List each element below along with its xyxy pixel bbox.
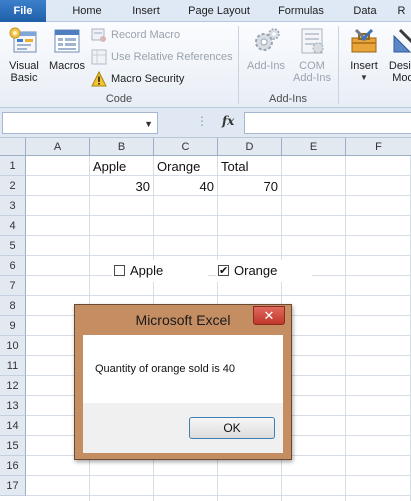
warning-icon bbox=[91, 71, 107, 87]
toolbox-icon bbox=[351, 28, 377, 53]
row-header[interactable]: 9 bbox=[0, 316, 26, 336]
insert-controls-button[interactable]: Insert ▼ bbox=[342, 26, 386, 84]
checkmark-icon: ✔ bbox=[218, 265, 229, 277]
row-header[interactable]: 13 bbox=[0, 396, 26, 416]
macro-security-button[interactable]: Macro Security bbox=[91, 69, 184, 89]
macro-security-label: Macro Security bbox=[111, 73, 185, 85]
record-macro-label: Record Macro bbox=[111, 29, 181, 41]
row-header[interactable]: 10 bbox=[0, 336, 26, 356]
cell-b1[interactable]: Apple bbox=[90, 157, 154, 177]
gridline bbox=[26, 495, 411, 496]
code-group-label: Code bbox=[105, 93, 133, 105]
add-ins-group-label: Add-Ins bbox=[269, 93, 307, 105]
tab-data[interactable]: Data bbox=[340, 0, 390, 22]
row-header[interactable]: 14 bbox=[0, 416, 26, 436]
dialog-message: Quantity of orange sold is 40 bbox=[95, 363, 236, 375]
visual-basic-button[interactable]: Visual Basic bbox=[4, 26, 44, 84]
use-relative-references-label: Use Relative References bbox=[111, 51, 233, 63]
checkbox-box bbox=[114, 265, 125, 276]
cell-d1[interactable]: Total bbox=[218, 157, 282, 177]
row-header[interactable]: 8 bbox=[0, 296, 26, 316]
gridline bbox=[26, 235, 411, 236]
macros-label: Macros bbox=[48, 60, 86, 72]
add-ins-label: Add-Ins bbox=[247, 60, 285, 72]
record-macro-button[interactable]: Record Macro bbox=[91, 25, 180, 45]
design-mode-button[interactable]: Design Mode bbox=[386, 26, 411, 84]
column-header-a[interactable]: A bbox=[26, 138, 90, 156]
tab-home[interactable]: Home bbox=[58, 0, 116, 22]
message-box-dialog: Microsoft Excel ✕ Quantity of orange sol… bbox=[74, 304, 292, 460]
formula-input[interactable] bbox=[244, 112, 411, 134]
group-separator bbox=[338, 26, 339, 104]
orange-checkbox[interactable]: ✔ Orange bbox=[216, 260, 312, 282]
row-header[interactable]: 7 bbox=[0, 276, 26, 296]
macros-icon bbox=[54, 29, 80, 53]
relative-references-icon bbox=[91, 49, 107, 65]
design-mode-icon bbox=[393, 28, 411, 53]
chevron-down-icon: ▼ bbox=[360, 73, 368, 82]
row-header[interactable]: 17 bbox=[0, 476, 26, 496]
gridline bbox=[26, 215, 411, 216]
cell-c2[interactable]: 40 bbox=[154, 177, 217, 197]
dialog-button-area: OK bbox=[83, 403, 283, 453]
orange-checkbox-label: Orange bbox=[234, 263, 278, 278]
tab-review[interactable]: R bbox=[392, 0, 411, 22]
row-header[interactable]: 6 bbox=[0, 256, 26, 276]
apple-checkbox[interactable]: Apple bbox=[112, 260, 208, 282]
apple-checkbox-label: Apple bbox=[130, 263, 164, 278]
row-header[interactable]: 5 bbox=[0, 236, 26, 256]
gridline bbox=[26, 295, 411, 296]
ribbon-panel: Visual Basic Macros Record Macro Use Rel… bbox=[0, 22, 411, 108]
macros-button[interactable]: Macros bbox=[46, 26, 88, 72]
row-header[interactable]: 11 bbox=[0, 356, 26, 376]
name-box[interactable]: ▼ bbox=[2, 112, 158, 134]
gear-icon bbox=[255, 28, 280, 51]
cell-c1[interactable]: Orange bbox=[154, 157, 218, 177]
visual-basic-icon bbox=[9, 27, 37, 53]
design-mode-label: Design Mode bbox=[388, 60, 411, 84]
column-header-f[interactable]: F bbox=[346, 138, 411, 156]
ok-button[interactable]: OK bbox=[189, 417, 275, 439]
dialog-body: Quantity of orange sold is 40 OK bbox=[83, 335, 283, 453]
visual-basic-label: Visual Basic bbox=[9, 60, 39, 84]
tab-formulas[interactable]: Formulas bbox=[266, 0, 336, 22]
select-all-corner[interactable] bbox=[0, 138, 26, 156]
gridline bbox=[26, 475, 411, 476]
chevron-down-icon[interactable]: ▼ bbox=[144, 119, 153, 129]
ribbon-tab-bar: File Home Insert Page Layout Formulas Da… bbox=[0, 0, 411, 22]
insert-function-button[interactable]: fx bbox=[222, 114, 234, 128]
formula-bar: ▼ ⋮ fx bbox=[0, 108, 411, 138]
com-add-ins-label: COM Add-Ins bbox=[293, 60, 331, 84]
row-header[interactable]: 2 bbox=[0, 176, 26, 196]
tab-page-layout[interactable]: Page Layout bbox=[176, 0, 262, 22]
row-header[interactable]: 1 bbox=[0, 156, 26, 176]
row-header[interactable]: 15 bbox=[0, 436, 26, 456]
formula-bar-grip: ⋮ bbox=[196, 114, 209, 128]
row-header[interactable]: 16 bbox=[0, 456, 26, 476]
tab-file[interactable]: File bbox=[0, 0, 46, 22]
close-button[interactable]: ✕ bbox=[253, 306, 285, 325]
column-header-d[interactable]: D bbox=[218, 138, 282, 156]
cell-d2[interactable]: 70 bbox=[218, 177, 281, 197]
tab-insert[interactable]: Insert bbox=[118, 0, 174, 22]
row-header[interactable]: 12 bbox=[0, 376, 26, 396]
column-header-b[interactable]: B bbox=[90, 138, 154, 156]
row-header[interactable]: 3 bbox=[0, 196, 26, 216]
add-ins-button[interactable]: Add-Ins bbox=[242, 26, 290, 72]
column-header-e[interactable]: E bbox=[282, 138, 346, 156]
com-add-ins-button[interactable]: COM Add-Ins bbox=[290, 26, 334, 84]
row-header[interactable]: 4 bbox=[0, 216, 26, 236]
cell-b2[interactable]: 30 bbox=[90, 177, 153, 197]
record-macro-icon bbox=[91, 28, 106, 42]
gridline bbox=[26, 255, 411, 256]
com-add-ins-icon bbox=[301, 28, 324, 54]
gridline bbox=[345, 156, 346, 501]
column-header-c[interactable]: C bbox=[154, 138, 218, 156]
insert-controls-label: Insert bbox=[350, 60, 378, 72]
use-relative-references-button[interactable]: Use Relative References bbox=[91, 47, 233, 67]
